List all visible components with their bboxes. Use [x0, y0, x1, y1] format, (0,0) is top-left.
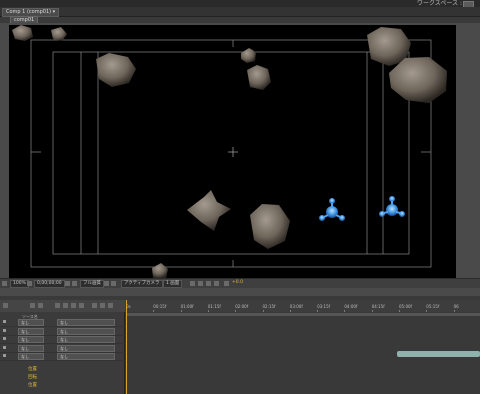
layer-name[interactable]: なし — [18, 336, 44, 343]
comp-mini-flowchart-icon[interactable] — [30, 303, 35, 308]
shy-icon[interactable] — [55, 303, 60, 308]
ruler-tick-label: 03:15f — [317, 304, 331, 309]
grid-icon[interactable] — [27, 281, 32, 286]
layer-mode-select[interactable]: なし — [57, 336, 115, 343]
toggle-pixel-aspect-icon[interactable] — [190, 281, 195, 286]
timecode-display[interactable]: 0;00;00;00 — [34, 280, 65, 288]
ruler-tick-label: 06 — [453, 304, 459, 309]
ruler-tick-label: 04:00f — [344, 304, 358, 309]
asteroid — [51, 27, 67, 41]
asteroid — [152, 263, 168, 278]
region-of-interest-icon[interactable] — [104, 281, 109, 286]
exposure-value[interactable]: +0.0 — [232, 280, 243, 285]
ruler-tick-label: 04:15f — [371, 304, 385, 309]
property-label[interactable]: 位置 — [28, 366, 37, 372]
transparency-grid-icon[interactable] — [111, 281, 116, 286]
layer-name[interactable]: なし — [18, 327, 44, 335]
draft-3d-icon[interactable] — [38, 303, 43, 308]
property-label[interactable]: 位置 — [28, 382, 37, 388]
fast-preview-icon[interactable] — [198, 281, 203, 286]
workspace-label: ワークスペース : — [416, 0, 462, 7]
layer-name[interactable]: なし — [18, 353, 44, 360]
visibility-eye-icon[interactable] — [3, 320, 6, 323]
visibility-eye-icon[interactable] — [3, 337, 6, 340]
layer-mode-select[interactable]: なし — [57, 353, 115, 360]
work-area-bar[interactable] — [126, 313, 480, 316]
ruler-tick-label: 01:15f — [207, 304, 221, 309]
layer-name[interactable]: なし — [18, 344, 44, 352]
ruler-tick-label: 05:15f — [426, 304, 440, 309]
visibility-eye-icon[interactable] — [3, 328, 6, 332]
top-bar — [0, 0, 480, 7]
asteroid — [12, 25, 33, 41]
viewer-canvas — [12, 25, 447, 278]
ruler-tick-label: 02:00f — [235, 304, 249, 309]
channel-icon[interactable] — [72, 281, 77, 286]
layer-name[interactable]: なし — [18, 319, 44, 326]
panel-divider[interactable] — [0, 288, 480, 296]
layer-duration-bar[interactable] — [397, 351, 480, 357]
brainstorm-icon[interactable] — [79, 303, 84, 308]
asteroid — [250, 204, 290, 249]
frame-blending-icon[interactable] — [63, 303, 68, 308]
resolution-select[interactable]: フル画質 — [80, 280, 104, 288]
graph-icon[interactable] — [108, 303, 113, 308]
ruler-tick-label: 00:15f — [153, 304, 167, 309]
graph-editor-icon[interactable] — [92, 303, 97, 308]
visibility-eye-icon[interactable] — [3, 345, 6, 349]
view-layout-select[interactable]: 1 画面 — [163, 280, 183, 288]
visibility-eye-icon[interactable] — [3, 354, 6, 357]
composition-dropdown-label: Comp 1 (comp01) — [6, 9, 52, 15]
timeline-icon[interactable] — [206, 281, 211, 286]
asteroid — [389, 57, 447, 103]
asteroid — [247, 65, 271, 90]
layer-row[interactable]: なし なし — [0, 352, 125, 361]
timeline-toolbar — [0, 300, 125, 312]
current-time-indicator[interactable] — [126, 300, 127, 394]
layer-mode-select[interactable]: なし — [57, 319, 115, 326]
ruler-tick-label: 03:00f — [289, 304, 303, 309]
camera-snapshot-icon[interactable] — [65, 281, 70, 286]
chat-bubble-icon[interactable] — [100, 303, 105, 308]
motion-blur-icon[interactable] — [71, 303, 76, 308]
ruler-tick-label: 02:15f — [262, 304, 276, 309]
always-preview-icon[interactable] — [2, 281, 7, 286]
ruler-tick-label: 05:00f — [399, 304, 412, 309]
exposure-reset-icon[interactable] — [224, 281, 229, 286]
property-label[interactable]: 回転 — [28, 374, 37, 380]
action-safe-guide — [30, 39, 432, 268]
search-icon[interactable] — [3, 303, 8, 308]
viewer-toolbar: 100% 0;00;00;00 フル画質 アクティブカメラ 1 画面 +0.0 — [0, 278, 480, 288]
asteroid — [187, 190, 231, 231]
asteroid — [96, 53, 136, 87]
composition-panel-header: Comp 1 (comp01) ▾ — [0, 7, 480, 17]
layer-mode-select[interactable]: なし — [57, 327, 115, 335]
composition-viewer[interactable] — [9, 25, 456, 278]
ruler-tick-label: 01:00f — [180, 304, 194, 309]
camera-select[interactable]: アクティブカメラ — [121, 280, 163, 288]
ship — [319, 198, 345, 221]
layer-mode-select[interactable]: なし — [57, 344, 115, 352]
asteroid — [241, 48, 256, 63]
flowchart-icon[interactable] — [214, 281, 219, 286]
